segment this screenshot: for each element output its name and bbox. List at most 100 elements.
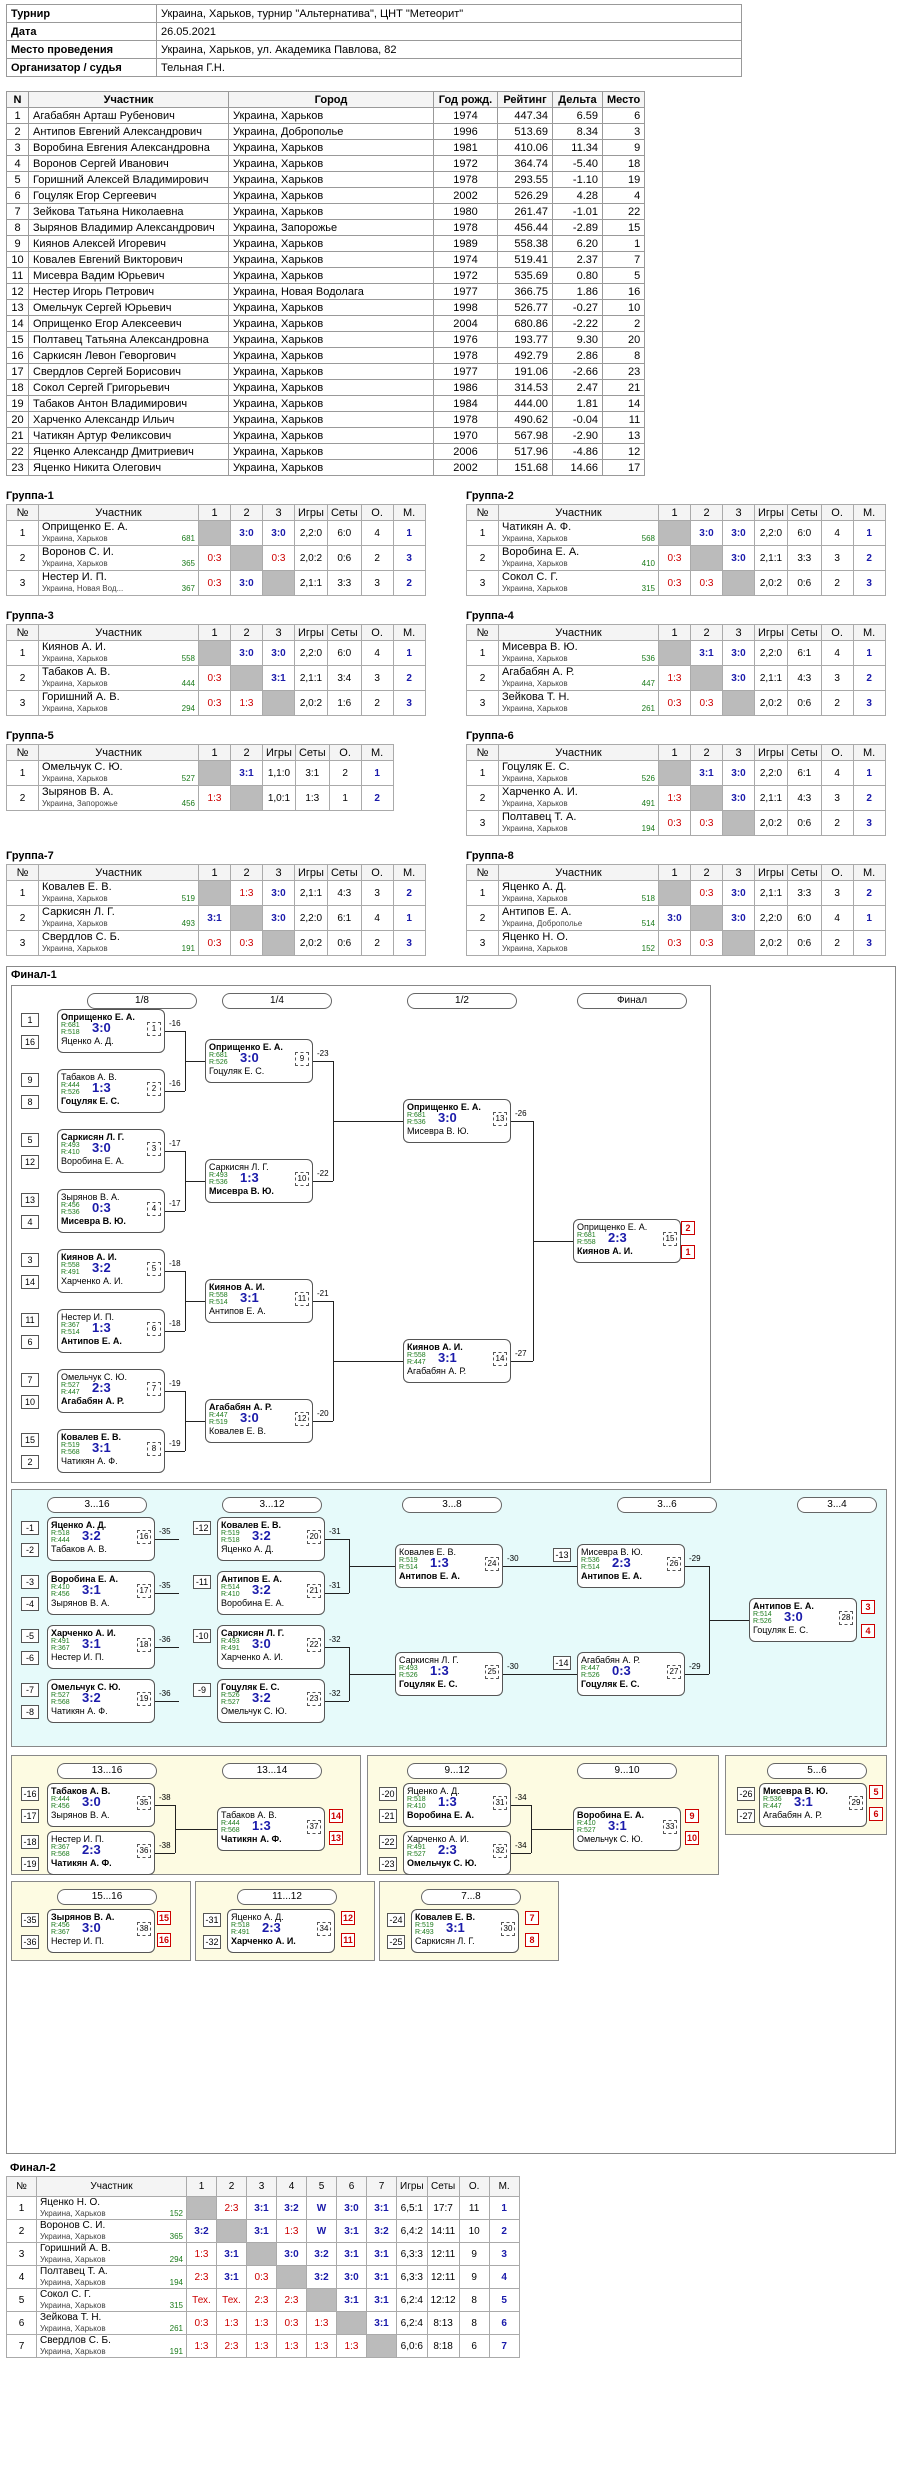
group-points: 2 <box>820 690 854 716</box>
match-score: 2:3 <box>608 1230 627 1245</box>
link-label: -38 <box>159 1793 171 1802</box>
group-sets: 3:3 <box>786 545 822 571</box>
table-cell: Зырянов Владимир Александрович <box>28 219 229 236</box>
table-cell: 444.00 <box>497 395 553 412</box>
bracket-line <box>325 1539 349 1540</box>
match-rating-a: R:681 <box>577 1232 596 1239</box>
round-label: 7...8 <box>421 1889 521 1905</box>
match-score: 1:3 <box>430 1663 449 1678</box>
place-badge: 9 <box>685 1809 699 1823</box>
group-score <box>690 665 723 691</box>
group-points: 4 <box>820 520 854 546</box>
bracket-line <box>349 1674 395 1675</box>
table-cell: -2.89 <box>552 219 603 236</box>
match-number: 26 <box>667 1557 681 1571</box>
player-rating: 519 <box>181 894 195 903</box>
place-badge: 15 <box>157 1911 171 1925</box>
group-place: 2 <box>392 880 426 906</box>
table-cell: -2.90 <box>552 427 603 444</box>
group-score <box>198 640 231 666</box>
group-sets: 6:1 <box>786 640 822 666</box>
table-cell: 12 <box>6 283 29 300</box>
group-sets: 6:0 <box>786 520 822 546</box>
match-number: 15 <box>663 1232 677 1246</box>
match-rating-a: R:444 <box>221 1820 240 1827</box>
group-header-row: № Участник 1 2 3 Игры Сеты О. М. <box>466 864 886 881</box>
match-player-b: Воробина Е. А. <box>221 1598 285 1608</box>
match-player-b: Чатикян А. Ф. <box>51 1706 108 1716</box>
group-player: Зырянов В. А. Украина, Запорожье 456 <box>38 785 199 811</box>
link-label: -29 <box>689 1662 701 1671</box>
group-place: 3 <box>392 545 426 571</box>
group-table: № Участник 1 2 Игры Сеты О. М. 1 Омельчук С. Ю. Ук… <box>6 744 394 811</box>
match-number: 4 <box>147 1202 161 1216</box>
match-player-b: Чатикян А. Ф. <box>61 1456 118 1466</box>
match-number: 12 <box>295 1412 309 1426</box>
match-box: Воробина Е. А. R:410 R:527 Омельчук С. Ю. 3:… <box>573 1807 681 1851</box>
match-player-b: Антипов Е. А. <box>209 1306 266 1316</box>
group-points: 4 <box>820 905 854 931</box>
group-row: 1 Оприщенко Е. А. Украина, Харьков 681 3:0 3:… <box>6 520 426 546</box>
table-cell: 1978 <box>433 411 498 428</box>
match-number: 7 <box>147 1382 161 1396</box>
seed-box: 4 <box>21 1215 39 1229</box>
match-score: 3:1 <box>438 1350 457 1365</box>
player-city: Украина, Харьков 493 <box>42 919 195 928</box>
final-2-score: 3:1 <box>336 2288 367 2312</box>
group-header-cell: № <box>466 864 499 881</box>
group-cell: 3 <box>466 690 499 716</box>
group-score <box>230 545 263 571</box>
table-cell: Украина, Харьков <box>228 443 434 460</box>
group-score: 0:3 <box>198 570 231 596</box>
match-player-a: Ковалев Е. В. <box>415 1912 476 1922</box>
link-label: -35 <box>159 1581 171 1590</box>
group-header-cell: 2 <box>690 744 723 761</box>
final-2-score: Тех. <box>216 2288 247 2312</box>
table-row: 20 Харченко Александр Ильич Украина, Харьк… <box>6 411 646 428</box>
group-title: Группа-4 <box>466 610 514 622</box>
match-box: Омельчук С. Ю. R:527 R:447 Агабабян А. Р. 2:… <box>57 1369 165 1413</box>
match-player-a: Омельчук С. Ю. <box>61 1372 127 1382</box>
final-2-place: 1 <box>488 2196 520 2220</box>
group-games: 2,1:1 <box>294 570 328 596</box>
table-cell: Мисевра Вадим Юрьевич <box>28 267 229 284</box>
group-cell: 3 <box>6 690 39 716</box>
table-cell: 17 <box>601 459 646 476</box>
group-points: 3 <box>360 570 394 596</box>
match-score: 3:2 <box>252 1582 271 1597</box>
match-rating-b: R:526 <box>61 1089 80 1096</box>
match-rating-a: R:447 <box>209 1412 228 1419</box>
round-label: 5...6 <box>767 1763 867 1779</box>
round-label: 3...4 <box>797 1497 877 1513</box>
seed-box: -11 <box>193 1575 211 1589</box>
table-cell: Зейкова Татьяна Николаевна <box>28 203 229 220</box>
group-header-cell: Сеты <box>786 744 822 761</box>
group-header-cell: Игры <box>754 744 788 761</box>
link-label: -36 <box>159 1689 171 1698</box>
table-row: 3 Воробина Евгения Александровна Украина, … <box>6 139 646 156</box>
table-row: 6 Гоцуляк Егор Сергеевич Украина, Харьков 2… <box>6 187 646 204</box>
final-2-header-cell: 2 <box>216 2176 247 2197</box>
match-box: Харченко А. И. R:491 R:367 Нестер И. П. 3:1 1… <box>47 1625 155 1669</box>
link-label: -32 <box>329 1689 341 1698</box>
info-key: Место проведения <box>6 40 157 59</box>
match-number: 10 <box>295 1172 309 1186</box>
final-1: Финал-1 1/8 1/4 1/2 Финал Оприщенко Е. А. R:6… <box>6 966 896 2154</box>
table-cell: Харченко Александр Ильич <box>28 411 229 428</box>
table-row: 17 Свердлов Сергей Борисович Украина, Харь… <box>6 363 646 380</box>
table-cell: 8 <box>6 219 29 236</box>
player-city: Украина, Харьков 410 <box>502 559 655 568</box>
table-cell: Омельчук Сергей Юрьевич <box>28 299 229 316</box>
match-score: 1:3 <box>92 1080 111 1095</box>
final-2-score: 1:3 <box>186 2334 217 2358</box>
round-label: 1/2 <box>407 993 517 1009</box>
player-rating: 294 <box>181 704 195 713</box>
table-cell: 23 <box>6 459 29 476</box>
group-row: 3 Яценко Н. О. Украина, Харьков 152 0:3 0:3 2,… <box>466 930 886 956</box>
group-header-cell: М. <box>852 504 886 521</box>
final-2-games: 6,3:3 <box>396 2265 428 2289</box>
table-cell: Украина, Харьков <box>228 347 434 364</box>
match-rating-b: R:491 <box>221 1645 240 1652</box>
bracket-line <box>325 1593 349 1594</box>
table-cell: Табаков Антон Владимирович <box>28 395 229 412</box>
